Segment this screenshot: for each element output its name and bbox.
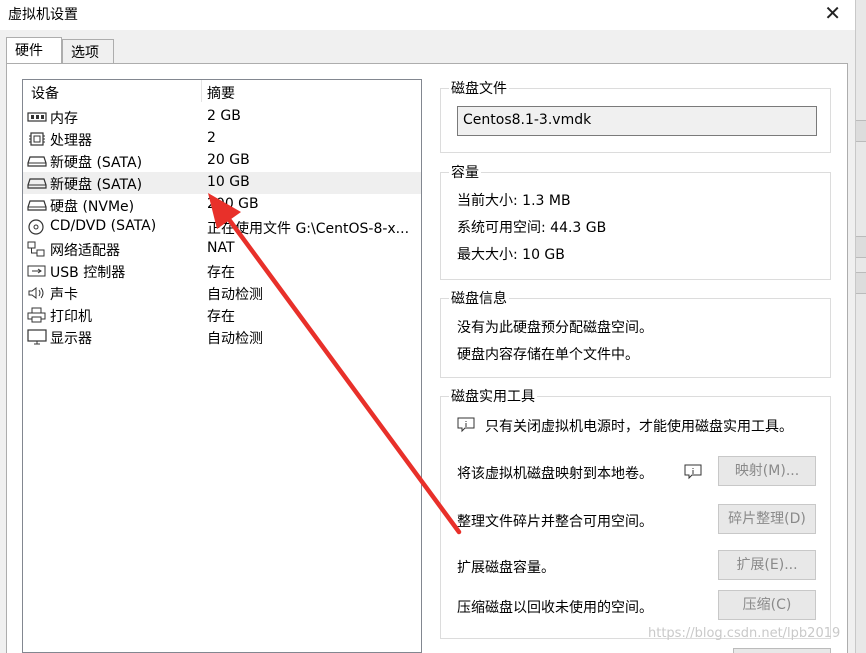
expand-description: 扩展磁盘容量。 [457, 560, 555, 576]
device-row-printer[interactable]: 打印机 存在 [23, 304, 421, 326]
compact-button[interactable]: 压缩(C) [718, 590, 816, 620]
sound-card-icon [27, 285, 47, 301]
hard-disk-icon [27, 175, 47, 191]
processor-icon [27, 131, 47, 147]
device-row-new-disk-sata-2[interactable]: 新硬盘 (SATA) 10 GB [23, 172, 421, 194]
current-size: 当前大小: 1.3 MB [457, 193, 571, 209]
device-summary: 2 GB [207, 108, 241, 124]
device-row-cd-dvd[interactable]: CD/DVD (SATA) 正在使用文件 G:\CentOS-8-x... [23, 216, 421, 238]
device-row-sound-card[interactable]: 声卡 自动检测 [23, 282, 421, 304]
device-name: 处理器 [50, 133, 92, 149]
device-row-processor[interactable]: 处理器 2 [23, 128, 421, 150]
disk-utilities-group: 磁盘实用工具 只有关闭虚拟机电源时，才能使用磁盘实用工具。 将该虚拟机磁盘映射到… [440, 386, 831, 639]
hard-disk-icon [27, 197, 47, 213]
device-row-new-disk-sata-1[interactable]: 新硬盘 (SATA) 20 GB [23, 150, 421, 172]
device-row-memory[interactable]: 内存 2 GB [23, 106, 421, 128]
compact-description: 压缩磁盘以回收未使用的空间。 [457, 600, 653, 616]
background-window-fragment [856, 272, 866, 294]
defrag-description: 整理文件碎片并整合可用空间。 [457, 514, 653, 530]
watermark-text: https://blog.csdn.net/lpb2019 [648, 626, 841, 641]
device-name: 内存 [50, 111, 78, 127]
device-name: 网络适配器 [50, 243, 120, 259]
max-size: 最大大小: 10 GB [457, 247, 565, 263]
usb-icon [27, 263, 47, 279]
background-window-edge [855, 0, 866, 653]
device-summary: 自动检测 [207, 287, 263, 303]
device-name: 新硬盘 (SATA) [50, 177, 143, 193]
device-row-disk-nvme[interactable]: 硬盘 (NVMe) 200 GB [23, 194, 421, 216]
hard-disk-icon [27, 153, 47, 169]
device-summary: 200 GB [207, 196, 259, 212]
device-list[interactable]: 设备 摘要 内存 2 GB 处理器 2 新硬盘 (SATA) 20 GB 新硬盘… [22, 79, 422, 653]
map-button[interactable]: 映射(M)... [718, 456, 816, 486]
disk-utilities-title: 磁盘实用工具 [449, 386, 537, 406]
device-summary: 20 GB [207, 152, 250, 168]
title-bar: 虚拟机设置 ✕ [0, 0, 855, 30]
capacity-group: 容量 当前大小: 1.3 MB 系统可用空间: 44.3 GB 最大大小: 10… [440, 162, 831, 280]
device-name: 声卡 [50, 287, 78, 303]
column-header-summary[interactable]: 摘要 [207, 83, 235, 103]
close-icon[interactable]: ✕ [824, 0, 841, 26]
display-icon [27, 329, 47, 345]
info-icon [457, 417, 475, 433]
device-name: USB 控制器 [50, 265, 126, 281]
cd-dvd-icon [27, 219, 47, 235]
device-summary: 存在 [207, 309, 235, 325]
window-title: 虚拟机设置 [8, 7, 78, 23]
device-name: 新硬盘 (SATA) [50, 155, 143, 171]
device-summary: 正在使用文件 G:\CentOS-8-x... [207, 221, 410, 237]
map-description: 将该虚拟机磁盘映射到本地卷。 [457, 466, 653, 482]
device-name: 硬盘 (NVMe) [50, 199, 135, 215]
disk-info-line: 硬盘内容存储在单个文件中。 [457, 347, 639, 363]
device-name: 打印机 [50, 309, 92, 325]
available-space: 系统可用空间: 44.3 GB [457, 220, 607, 236]
device-summary: 存在 [207, 265, 235, 281]
device-summary: 自动检测 [207, 331, 263, 347]
device-summary: 2 [207, 130, 216, 146]
tab-hardware[interactable]: 硬件 [6, 37, 62, 63]
column-separator[interactable] [201, 80, 202, 102]
disk-file-title: 磁盘文件 [449, 78, 509, 98]
device-list-header: 设备 摘要 [23, 80, 421, 102]
disk-file-field[interactable]: Centos8.1-3.vmdk [457, 106, 817, 136]
capacity-title: 容量 [449, 162, 481, 182]
expand-button[interactable]: 扩展(E)... [718, 550, 816, 580]
device-summary: NAT [207, 240, 235, 256]
device-row-network-adapter[interactable]: 网络适配器 NAT [23, 238, 421, 260]
disk-info-line: 没有为此硬盘预分配磁盘空间。 [457, 320, 653, 336]
column-header-device[interactable]: 设备 [31, 83, 59, 103]
memory-icon [27, 109, 47, 125]
device-name: CD/DVD (SATA) [50, 218, 157, 234]
device-summary: 10 GB [207, 174, 250, 190]
printer-icon [27, 307, 47, 323]
partial-button[interactable] [733, 648, 831, 653]
disk-info-group: 磁盘信息 没有为此硬盘预分配磁盘空间。 硬盘内容存储在单个文件中。 [440, 288, 831, 378]
background-window-fragment [856, 236, 866, 258]
defrag-button[interactable]: 碎片整理(D) [718, 504, 816, 534]
network-adapter-icon [27, 241, 47, 257]
disk-info-title: 磁盘信息 [449, 288, 509, 308]
background-window-fragment [856, 120, 866, 142]
disk-file-group: 磁盘文件 Centos8.1-3.vmdk [440, 78, 831, 153]
utilities-notice: 只有关闭虚拟机电源时，才能使用磁盘实用工具。 [485, 419, 793, 435]
device-name: 显示器 [50, 331, 92, 347]
info-icon [684, 464, 702, 480]
device-row-usb-controller[interactable]: USB 控制器 存在 [23, 260, 421, 282]
tab-options[interactable]: 选项 [62, 39, 114, 64]
device-row-display[interactable]: 显示器 自动检测 [23, 326, 421, 348]
